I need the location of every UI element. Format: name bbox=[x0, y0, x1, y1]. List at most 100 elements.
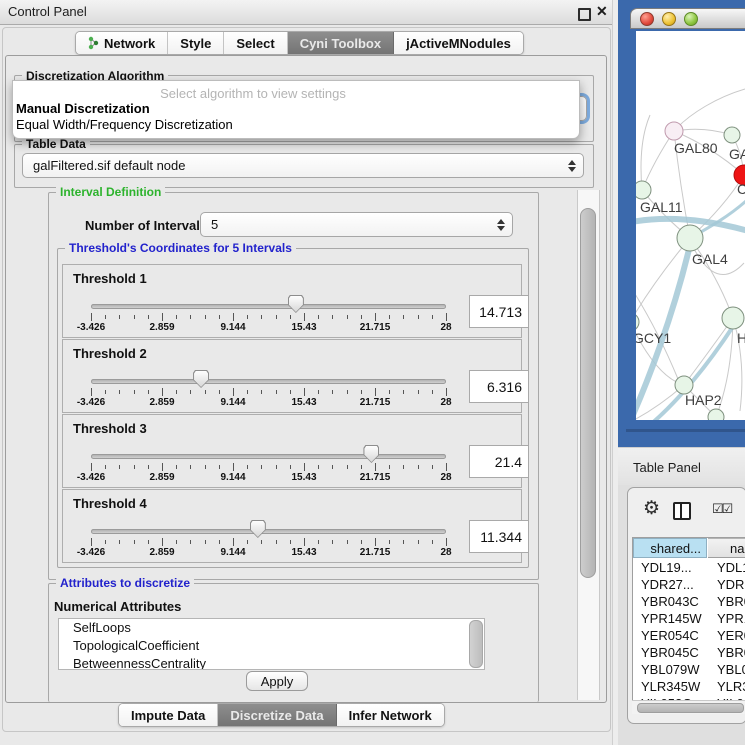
H-node[interactable] bbox=[722, 307, 744, 329]
gear-icon[interactable]: ⚙ bbox=[643, 497, 660, 520]
attribute-item-topologicalcoefficient[interactable]: TopologicalCoefficient bbox=[59, 637, 484, 655]
cell-shared-name: YPR145W bbox=[641, 611, 702, 626]
tick-mark bbox=[105, 390, 106, 394]
GAL4-node[interactable] bbox=[677, 225, 703, 251]
attribute-item-betweennesscentrality[interactable]: BetweennessCentrality bbox=[59, 655, 484, 670]
GAL11-node[interactable] bbox=[636, 181, 651, 199]
threshold-2-slider-track[interactable] bbox=[91, 379, 446, 384]
tick-label: 21.715 bbox=[360, 547, 391, 558]
tab-impute-data[interactable]: Impute Data bbox=[119, 704, 218, 726]
bottom-node[interactable] bbox=[708, 409, 724, 420]
tick-label: -3.426 bbox=[77, 322, 105, 333]
node-label-gcy1: GCY1 bbox=[636, 330, 671, 346]
tab-infer-network[interactable]: Infer Network bbox=[337, 704, 444, 726]
threshold-4-slider-track[interactable] bbox=[91, 529, 446, 534]
tick-label: 2.859 bbox=[149, 397, 174, 408]
table-row-ybl079w[interactable]: YBL079WYBL0 bbox=[633, 661, 745, 678]
tick-mark bbox=[446, 463, 447, 471]
panel-title: Control Panel bbox=[8, 4, 87, 19]
tick-mark bbox=[219, 390, 220, 394]
threshold-1-slider-thumb[interactable] bbox=[288, 295, 304, 313]
num-intervals-combo[interactable]: 5 bbox=[200, 212, 513, 237]
GCY1-node[interactable] bbox=[636, 313, 639, 331]
attribute-item-selfloops[interactable]: SelfLoops bbox=[59, 619, 484, 637]
network-edge[interactable] bbox=[656, 417, 716, 420]
algorithm-option-manual-discretization[interactable]: Manual Discretization bbox=[16, 101, 150, 116]
tick-label: 15.43 bbox=[291, 322, 316, 333]
threshold-4-value-field[interactable]: 11.344 bbox=[469, 520, 529, 553]
minimize-traffic-icon[interactable] bbox=[662, 12, 676, 26]
columns-icon[interactable] bbox=[673, 502, 691, 520]
node-label-gal11: GAL11 bbox=[640, 199, 683, 215]
threshold-2-value-field[interactable]: 6.316 bbox=[469, 370, 529, 403]
network-edge[interactable] bbox=[690, 238, 733, 318]
checkbox-icons[interactable]: ☑☑ bbox=[712, 501, 731, 517]
panel-vertical-scrollbar[interactable] bbox=[577, 190, 600, 700]
num-intervals-value: 5 bbox=[211, 217, 218, 232]
tick-label: 9.144 bbox=[220, 322, 245, 333]
close-icon[interactable]: ✕ bbox=[596, 3, 608, 20]
network-window-titlebar[interactable] bbox=[630, 8, 745, 29]
apply-button[interactable]: Apply bbox=[246, 671, 308, 691]
threshold-3-slider-track[interactable] bbox=[91, 454, 446, 459]
tick-mark bbox=[290, 315, 291, 319]
tick-label: 15.43 bbox=[291, 472, 316, 483]
table-row-ydr27[interactable]: YDR27...YDR2 bbox=[633, 576, 745, 593]
attributes-list[interactable]: SelfLoopsTopologicalCoefficientBetweenne… bbox=[58, 618, 485, 670]
threshold-3-value-field[interactable]: 21.4 bbox=[469, 445, 529, 478]
GAL80-node[interactable] bbox=[665, 122, 683, 140]
network-edge[interactable] bbox=[674, 89, 745, 131]
threshold-2-slider-thumb[interactable] bbox=[193, 370, 209, 388]
tick-mark bbox=[418, 390, 419, 394]
tick-label: -3.426 bbox=[77, 397, 105, 408]
tab-discretize-data[interactable]: Discretize Data bbox=[218, 704, 336, 726]
threshold-3-slider-thumb[interactable] bbox=[363, 445, 379, 463]
tick-label: 21.715 bbox=[360, 322, 391, 333]
column-header-shared[interactable]: shared... bbox=[633, 538, 707, 558]
table-row-ylr345w[interactable]: YLR345WYLR3 bbox=[633, 678, 745, 695]
network-edge[interactable] bbox=[642, 131, 674, 190]
table-data-combo[interactable]: galFiltered.sif default node bbox=[22, 153, 584, 178]
tick-mark bbox=[162, 388, 163, 396]
column-header-name[interactable]: na bbox=[708, 538, 745, 558]
threshold-1-value-field[interactable]: 14.713 bbox=[469, 295, 529, 328]
tick-mark bbox=[219, 315, 220, 319]
tick-label: 9.144 bbox=[220, 472, 245, 483]
tick-mark bbox=[432, 465, 433, 469]
zoom-traffic-icon[interactable] bbox=[684, 12, 698, 26]
tick-mark bbox=[261, 540, 262, 544]
algorithm-option-equal-width-frequency-discretization[interactable]: Equal Width/Frequency Discretization bbox=[16, 117, 233, 132]
table-horizontal-scrollbar[interactable] bbox=[632, 700, 745, 714]
tick-mark bbox=[290, 390, 291, 394]
table-row-ypr145w[interactable]: YPR145WYPR1 bbox=[633, 610, 745, 627]
tick-mark bbox=[403, 315, 404, 319]
tick-mark bbox=[304, 538, 305, 546]
table-row-yer054c[interactable]: YER054CYER0 bbox=[633, 627, 745, 644]
tick-mark bbox=[162, 538, 163, 546]
network-canvas[interactable]: GAL80GACGAL11GAL4GCY1HHAP2 bbox=[636, 31, 745, 420]
tick-mark bbox=[247, 465, 248, 469]
tick-mark bbox=[347, 315, 348, 319]
close-traffic-icon[interactable] bbox=[640, 12, 654, 26]
tick-mark bbox=[432, 315, 433, 319]
GA-node[interactable] bbox=[724, 127, 740, 143]
network-edge[interactable] bbox=[636, 277, 678, 379]
float-panel-icon[interactable] bbox=[578, 8, 591, 21]
numerical-attributes-label: Numerical Attributes bbox=[54, 599, 181, 614]
threshold-4-slider-thumb[interactable] bbox=[250, 520, 266, 538]
tick-mark bbox=[276, 540, 277, 544]
tick-mark bbox=[446, 313, 447, 321]
table-row-ybr045c[interactable]: YBR045CYBR0 bbox=[633, 644, 745, 661]
table-horizontal-scrollbar-thumb[interactable] bbox=[637, 703, 744, 713]
table-row-ydl19[interactable]: YDL19...YDL1 bbox=[633, 559, 745, 576]
panel-vertical-scrollbar-thumb[interactable] bbox=[580, 208, 596, 578]
node-label-gal4: GAL4 bbox=[692, 251, 728, 267]
tick-mark bbox=[176, 465, 177, 469]
network-window-bottom-edge bbox=[626, 429, 745, 432]
network-edge[interactable] bbox=[641, 115, 650, 190]
network-edge[interactable] bbox=[684, 318, 733, 385]
threshold-2-label: Threshold 2 bbox=[73, 346, 147, 361]
table-row-ybr043c[interactable]: YBR043CYBR0 bbox=[633, 593, 745, 610]
threshold-1-slider-track[interactable] bbox=[91, 304, 446, 309]
attributes-list-scrollbar-thumb[interactable] bbox=[469, 620, 483, 668]
